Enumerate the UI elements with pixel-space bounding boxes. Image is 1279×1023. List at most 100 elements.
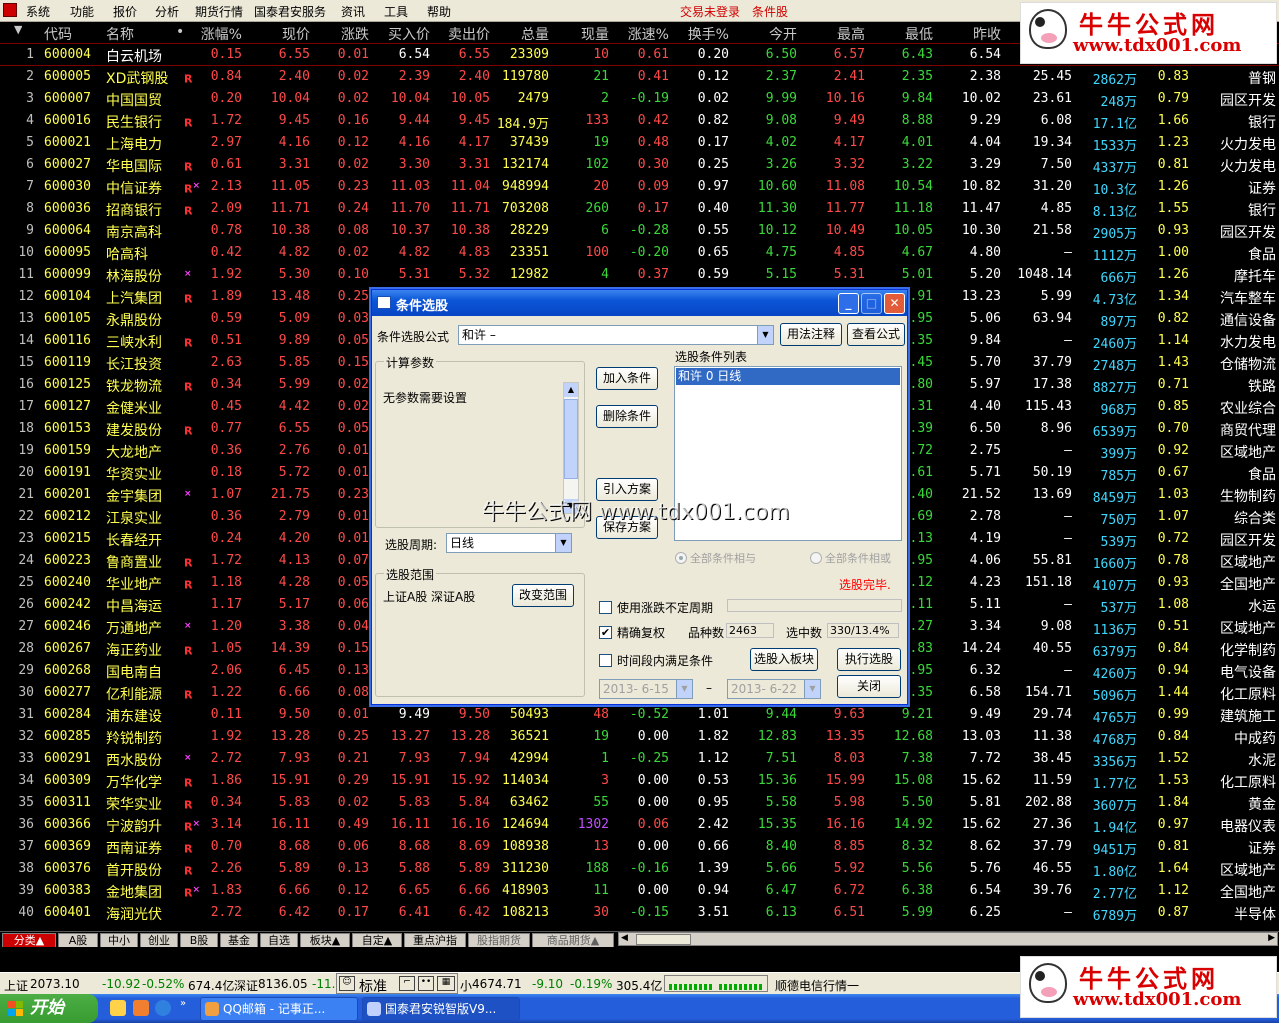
period-select[interactable]: 日线 ▼ (446, 533, 572, 553)
header-bid[interactable]: 买入价 (372, 24, 430, 44)
header-high[interactable]: 最高 (805, 24, 865, 44)
header-pct[interactable]: 涨幅% (190, 24, 242, 44)
condition-list-item[interactable]: 和许 0 日线 (676, 368, 900, 385)
menu-tools[interactable]: 工具 (384, 3, 408, 20)
tab-b-shares[interactable]: B股 (180, 933, 218, 948)
table-row[interactable]: 36 600366 宁波韵升 3.14 16.11 0.49 16.11 16.16 12469… (0, 814, 1279, 836)
tab-watchlist[interactable]: 自选 (260, 933, 298, 948)
face-icon[interactable]: ☺ (339, 976, 355, 991)
scroll-thumb[interactable] (636, 934, 691, 945)
menu-futures[interactable]: 期货行情 (195, 3, 243, 20)
adjust-checkbox[interactable]: ✔ (599, 626, 612, 639)
menu-service[interactable]: 国泰君安服务 (254, 3, 326, 20)
sm-value[interactable]: 4674.71 (472, 977, 522, 991)
time-range-checkbox[interactable] (599, 654, 612, 667)
table-row[interactable]: 5 600021 上海电力 2.97 4.16 0.12 4.16 4.17 37439 19 0.… (0, 132, 1279, 154)
menu-help[interactable]: 帮助 (427, 3, 451, 20)
table-row[interactable]: 32 600285 羚锐制药 1.92 13.28 0.25 13.27 13.28 36521… (0, 726, 1279, 748)
menu-system[interactable]: 系统 (26, 3, 50, 20)
dots-icon[interactable]: •• (418, 976, 434, 991)
quicklaunch-folder-icon[interactable] (110, 1000, 126, 1016)
scroll-thumb[interactable] (564, 399, 578, 479)
header-price[interactable]: 现价 (250, 24, 310, 44)
trade-status-link[interactable]: 交易未登录 (680, 3, 740, 20)
table-row[interactable]: 2 600005 XD武钢股 0.84 2.40 0.02 2.39 2.40 119780 21… (0, 66, 1279, 88)
menu-news[interactable]: 资讯 (341, 3, 365, 20)
change-range-button[interactable]: 改变范围 (512, 584, 574, 607)
formula-select[interactable]: 和许 – ▼ (458, 325, 774, 345)
header-spd[interactable]: 涨速% (612, 24, 669, 44)
sz-value[interactable]: 8136.05 (258, 977, 308, 991)
add-condition-button[interactable]: 加入条件 (596, 367, 658, 390)
keyboard-icon[interactable]: ▦ (437, 976, 455, 991)
chevron-down-icon[interactable]: ▼ (555, 534, 571, 552)
quicklaunch-browser-icon[interactable] (133, 1000, 149, 1016)
header-menu-icon[interactable]: ▼ (14, 23, 22, 36)
scroll-up-icon[interactable]: ▲ (564, 383, 578, 397)
table-row[interactable]: 35 600311 荣华实业 0.34 5.83 0.02 5.83 5.84 63462 55 0… (0, 792, 1279, 814)
table-row[interactable]: 8 600036 招商银行 2.09 11.71 0.24 11.70 11.71 703208… (0, 198, 1279, 220)
app-icon[interactable] (3, 3, 17, 17)
header-prev[interactable]: 昨收 (945, 24, 1001, 44)
table-row[interactable]: 9 600064 南京高科 0.78 10.38 0.08 10.37 10.38 28229 6… (0, 220, 1279, 242)
header-code[interactable]: 代码 (44, 24, 94, 44)
tab-sme[interactable]: 中小 (100, 933, 138, 948)
header-vol[interactable]: 总量 (490, 24, 549, 44)
header-turn[interactable]: 换手% (670, 24, 729, 44)
quicklaunch-expand-icon[interactable]: » (180, 998, 186, 1009)
table-row[interactable]: 34 600309 万华化学 1.86 15.91 0.29 15.91 15.92 11403… (0, 770, 1279, 792)
sh-value[interactable]: 2073.10 (30, 977, 80, 991)
tab-gem[interactable]: 创业 (140, 933, 178, 948)
table-row[interactable]: 4 600016 民生银行 1.72 9.45 0.16 9.44 9.45 184.9万 133… (0, 110, 1279, 132)
header-name[interactable]: 名称 (106, 24, 156, 44)
tab-key-index[interactable]: 重点沪指 (404, 933, 466, 948)
close-button[interactable]: 关闭 (837, 675, 901, 698)
header-cur[interactable]: 现量 (560, 24, 609, 44)
table-row[interactable]: 37 600369 西南证券 0.70 8.68 0.06 8.68 8.69 108938 13… (0, 836, 1279, 858)
table-row[interactable]: 38 600376 首开股份 2.26 5.89 0.13 5.88 5.89 311230 18… (0, 858, 1279, 880)
dialog-title-bar[interactable]: 条件选股 _ □ ✕ (372, 290, 907, 316)
table-row[interactable]: 10 600095 哈高科 0.42 4.82 0.02 4.82 4.83 23351 100 -… (0, 242, 1279, 264)
scroll-left-icon[interactable]: ◀ (621, 933, 628, 943)
usage-notes-button[interactable]: 用法注释 (780, 323, 842, 346)
delete-condition-button[interactable]: 删除条件 (596, 405, 658, 428)
table-row[interactable]: 33 600291 西水股份 2.72 7.93 0.21 7.93 7.94 42994 1 -0… (0, 748, 1279, 770)
quicklaunch-app-icon[interactable] (155, 1000, 171, 1016)
close-icon[interactable]: ✕ (884, 293, 905, 314)
view-formula-button[interactable]: 查看公式 (847, 323, 905, 346)
radio-all-and[interactable] (675, 552, 687, 564)
taskbar-item-qqmail[interactable]: QQ邮箱 - 记事正... (200, 997, 358, 1021)
taskbar-item-guotai[interactable]: 国泰君安锐智版V9... (362, 997, 520, 1021)
tab-category[interactable]: 分类▲ (2, 933, 56, 948)
tab-custom[interactable]: 自定▲ (352, 933, 402, 948)
header-open[interactable]: 今开 (740, 24, 797, 44)
use-period-checkbox[interactable] (599, 601, 612, 614)
condition-stock-link[interactable]: 条件股 (752, 3, 788, 20)
horizontal-scrollbar[interactable]: ◀ ▶ (618, 932, 1278, 946)
to-block-button[interactable]: 选股入板块 (750, 648, 818, 671)
table-row[interactable]: 7 600030 中信证券 2.13 11.05 0.23 11.03 11.04 948994… (0, 176, 1279, 198)
tab-sectors[interactable]: 板块▲ (300, 933, 350, 948)
tab-a-shares[interactable]: A股 (58, 933, 98, 948)
minimize-icon[interactable]: _ (838, 293, 859, 314)
tab-index-futures[interactable]: 股指期货 (468, 933, 530, 948)
table-row[interactable]: 3 600007 中国国贸 0.20 10.04 0.02 10.04 10.05 2479 2 -… (0, 88, 1279, 110)
header-low[interactable]: 最低 (870, 24, 933, 44)
table-row[interactable]: 6 600027 华电国际 0.61 3.31 0.02 3.30 3.31 132174 102… (0, 154, 1279, 176)
pin-icon[interactable]: ⌐ (399, 976, 415, 991)
header-chg[interactable]: 涨跌 (315, 24, 369, 44)
tab-commodity-futures[interactable]: 商品期货▲ (532, 933, 614, 948)
menu-function[interactable]: 功能 (70, 3, 94, 20)
execute-button[interactable]: 执行选股 (837, 648, 901, 671)
table-row[interactable]: 31 600284 浦东建设 0.11 9.50 0.01 9.49 9.50 50493 48 -… (0, 704, 1279, 726)
start-button[interactable]: 开始 (0, 994, 98, 1023)
table-row[interactable]: 40 600401 海润光伏 2.72 6.42 0.17 6.41 6.42 108213 30… (0, 902, 1279, 924)
table-row[interactable]: 11 600099 林海股份 1.92 5.30 0.10 5.31 5.32 12982 4 0.… (0, 264, 1279, 286)
chevron-down-icon[interactable]: ▼ (757, 326, 773, 344)
table-row[interactable]: 39 600383 金地集团 1.83 6.66 0.12 6.65 6.66 418903 11… (0, 880, 1279, 902)
header-ask[interactable]: 卖出价 (432, 24, 490, 44)
menu-quote[interactable]: 报价 (113, 3, 137, 20)
mode-label[interactable]: 标准 (359, 976, 387, 996)
menu-analysis[interactable]: 分析 (155, 3, 179, 20)
tab-funds[interactable]: 基金 (220, 933, 258, 948)
